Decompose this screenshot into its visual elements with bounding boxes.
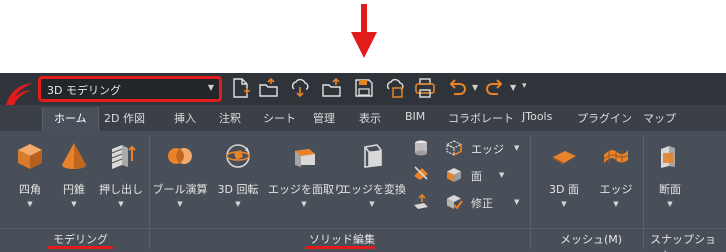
cloud-open-icon[interactable] bbox=[289, 77, 311, 101]
modify-menu-button[interactable]: 修正 ▼ bbox=[445, 193, 525, 213]
workspace-select-value: 3D モデリング bbox=[47, 84, 121, 97]
convert-edge-icon bbox=[364, 144, 382, 168]
pointer-arrow-icon bbox=[351, 4, 377, 58]
chevron-down-icon: ▼ bbox=[514, 198, 520, 206]
extrude-label: 押し出し bbox=[99, 183, 143, 196]
section-button[interactable]: 断面 ▼ bbox=[652, 141, 688, 208]
modeling-title-underline bbox=[47, 246, 113, 249]
edge-cube-icon bbox=[445, 140, 463, 156]
convert-edge-label: エッジを変換 bbox=[340, 183, 406, 196]
chevron-down-icon: ▼ bbox=[301, 200, 307, 208]
boolean-icon bbox=[168, 148, 192, 164]
thicken-icon[interactable] bbox=[412, 193, 430, 211]
chevron-down-icon: ▼ bbox=[499, 171, 505, 179]
chamfer-edge-button[interactable]: エッジを面取り ▼ bbox=[268, 141, 345, 208]
cone-label: 円錐 bbox=[63, 183, 85, 196]
box-button[interactable]: 四角 ▼ bbox=[12, 141, 48, 208]
box-icon bbox=[18, 144, 42, 169]
extrude-icon bbox=[111, 145, 136, 169]
chevron-down-icon: ▼ bbox=[514, 144, 520, 152]
rotate-3d-button[interactable]: 3D 回転 ▼ bbox=[214, 141, 262, 208]
cloud-save-icon[interactable] bbox=[384, 77, 406, 101]
edge-label: エッジ bbox=[471, 143, 504, 156]
extrude-button[interactable]: 押し出し ▼ bbox=[98, 141, 144, 208]
panel-separator bbox=[149, 135, 150, 249]
chevron-down-icon: ▼ bbox=[667, 200, 673, 208]
tab-sheet[interactable]: シート bbox=[263, 110, 296, 126]
chevron-down-icon: ▼ bbox=[177, 200, 183, 208]
tab-insert[interactable]: 挿入 bbox=[174, 110, 196, 126]
quick-access-toolbar: 3D モデリング ▼ ▼ ▼ ▾ bbox=[0, 73, 726, 105]
mesh-panel-title: メッシュ(M) bbox=[560, 233, 623, 246]
face-menu-button[interactable]: 面 ▼ bbox=[445, 166, 509, 186]
tab-map[interactable]: マップ bbox=[643, 110, 676, 126]
tab-annotate[interactable]: 注釈 bbox=[219, 110, 241, 126]
tab-bim[interactable]: BIM bbox=[405, 110, 425, 123]
modeling-panel-title: モデリング bbox=[53, 233, 108, 246]
tab-plugins[interactable]: プラグイン bbox=[577, 110, 632, 126]
erase-solid-icon[interactable] bbox=[412, 164, 430, 182]
chevron-down-icon: ▼ bbox=[207, 83, 214, 92]
rotate-3d-icon bbox=[226, 144, 250, 168]
cone-button[interactable]: 円錐 ▼ bbox=[56, 141, 92, 208]
cone-icon bbox=[62, 143, 86, 169]
ribbon-body: 四角 ▼ 円錐 ▼ 押し出し ▼ ブール演算 ▼ 3D 回転 ▼ エッジを面取り… bbox=[0, 131, 726, 252]
solid-edit-title-underline bbox=[305, 246, 375, 249]
box-label: 四角 bbox=[19, 183, 41, 196]
application-window: 3D モデリング ▼ ▼ ▼ ▾ ホーム 2D 作図 挿入 注釈 シート 管理 … bbox=[0, 73, 726, 252]
chevron-down-icon: ▼ bbox=[561, 200, 567, 208]
open-file-icon[interactable] bbox=[258, 77, 280, 101]
convert-edge-button[interactable]: エッジを変換 ▼ bbox=[340, 141, 406, 208]
section-label: 断面 bbox=[659, 183, 681, 196]
face-cube-icon bbox=[447, 168, 461, 182]
chamfer-edge-label: エッジを面取り bbox=[268, 183, 345, 196]
chamfer-edge-icon bbox=[295, 149, 315, 167]
3d-face-label: 3D 面 bbox=[549, 183, 579, 196]
redo-dropdown-chevron-icon[interactable]: ▼ bbox=[510, 83, 516, 92]
modify-cube-icon bbox=[447, 195, 463, 210]
tab-home[interactable]: ホーム bbox=[42, 107, 99, 131]
tab-jtools[interactable]: JTools bbox=[522, 110, 552, 123]
boolean-button[interactable]: ブール演算 ▼ bbox=[152, 141, 208, 208]
mesh-edge-button[interactable]: エッジ ▼ bbox=[598, 141, 634, 208]
tab-2d-drafting[interactable]: 2D 作図 bbox=[104, 110, 145, 126]
face-label: 面 bbox=[471, 170, 482, 183]
app-logo-icon bbox=[6, 83, 33, 105]
undo-dropdown-chevron-icon[interactable]: ▼ bbox=[472, 83, 478, 92]
tab-manage[interactable]: 管理 bbox=[313, 110, 335, 126]
ribbon-tabs: ホーム 2D 作図 挿入 注釈 シート 管理 表示 BIM コラボレート JTo… bbox=[0, 105, 726, 131]
print-icon[interactable] bbox=[414, 77, 436, 101]
panel-title-divider bbox=[0, 228, 726, 229]
chevron-down-icon: ▼ bbox=[613, 200, 619, 208]
3d-face-icon bbox=[553, 151, 576, 165]
snapshot-panel-title: スナップショット bbox=[650, 233, 716, 252]
redo-icon[interactable] bbox=[484, 77, 506, 101]
save-icon[interactable] bbox=[353, 77, 375, 101]
solid-edit-panel-title: ソリッド編集 bbox=[309, 233, 375, 246]
mesh-edge-label: エッジ bbox=[599, 183, 633, 196]
chevron-down-icon: ▼ bbox=[118, 200, 124, 208]
panel-separator bbox=[643, 135, 644, 249]
mesh-edge-icon bbox=[603, 150, 629, 163]
undo-icon[interactable] bbox=[446, 77, 468, 101]
tab-collaborate[interactable]: コラボレート bbox=[448, 110, 514, 126]
cylinder-tool-icon[interactable] bbox=[412, 139, 430, 157]
boolean-label: ブール演算 bbox=[152, 183, 208, 196]
modify-label: 修正 bbox=[471, 197, 493, 210]
tab-view[interactable]: 表示 bbox=[359, 110, 381, 126]
folder-upload-icon[interactable] bbox=[321, 77, 343, 101]
chevron-down-icon: ▼ bbox=[235, 200, 241, 208]
section-icon bbox=[661, 146, 675, 168]
panel-separator bbox=[530, 135, 531, 249]
3d-face-button[interactable]: 3D 面 ▼ bbox=[546, 141, 582, 208]
chevron-down-icon: ▼ bbox=[71, 200, 77, 208]
edge-menu-button[interactable]: エッジ ▼ bbox=[445, 139, 525, 159]
rotate-3d-label: 3D 回転 bbox=[217, 183, 259, 196]
chevron-down-icon: ▼ bbox=[369, 200, 375, 208]
new-file-icon[interactable] bbox=[229, 77, 251, 101]
workspace-select[interactable]: 3D モデリング ▼ bbox=[38, 76, 222, 102]
customize-toolbar-icon[interactable]: ▾ bbox=[522, 81, 527, 91]
chevron-down-icon: ▼ bbox=[27, 200, 33, 208]
